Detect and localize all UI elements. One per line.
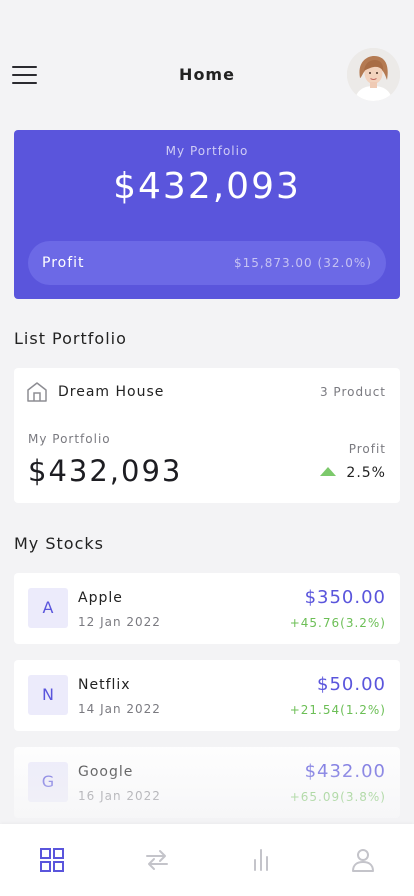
portfolio-summary-card: My Portfolio $432,093 Profit $15,873.00 … (14, 130, 400, 299)
stock-name: Apple (78, 590, 123, 606)
stock-change: +21.54(1.2%) (289, 703, 386, 717)
portfolio-sub-label: My Portfolio (28, 432, 111, 446)
stock-price: $350.00 (304, 587, 386, 608)
stock-name: Netflix (78, 677, 131, 693)
profile-icon[interactable] (349, 846, 377, 874)
stock-item[interactable]: A Apple 12 Jan 2022 $350.00 +45.76(3.2%) (14, 573, 400, 644)
profit-label: Profit (42, 255, 85, 271)
bottom-navigation (0, 824, 414, 896)
stock-price: $432.00 (304, 761, 386, 782)
bar-chart-icon[interactable] (247, 846, 275, 874)
user-avatar[interactable] (347, 48, 400, 101)
portfolio-label: My Portfolio (165, 144, 249, 158)
stock-letter-badge: A (28, 588, 68, 628)
stock-letter-badge: N (28, 675, 68, 715)
portfolio-value: $432,093 (113, 166, 301, 207)
stock-item[interactable]: N Netflix 14 Jan 2022 $50.00 +21.54(1.2%… (14, 660, 400, 731)
portfolio-list-item[interactable]: Dream House 3 Product My Portfolio $432,… (14, 368, 400, 503)
stock-change: +45.76(3.2%) (289, 616, 386, 630)
house-icon (27, 382, 47, 402)
stock-name: Google (78, 764, 134, 780)
stock-date: 14 Jan 2022 (78, 702, 161, 716)
stock-price: $50.00 (317, 674, 386, 695)
list-portfolio-title: List Portfolio (14, 329, 127, 348)
stock-letter-badge: G (28, 762, 68, 802)
portfolio-name: Dream House (58, 384, 165, 400)
stock-change: +65.09(3.8%) (289, 790, 386, 804)
portfolio-sub-value: $432,093 (28, 454, 183, 488)
profit-sub-row: 2.5% (320, 465, 386, 481)
stock-date: 12 Jan 2022 (78, 615, 161, 629)
my-stocks-title: My Stocks (14, 534, 104, 553)
stock-item[interactable]: G Google 16 Jan 2022 $432.00 +65.09(3.8%… (14, 747, 400, 818)
profit-sub-value: 2.5% (346, 465, 386, 481)
profit-pill[interactable]: Profit $15,873.00 (32.0%) (28, 241, 386, 285)
triangle-up-icon (320, 467, 337, 476)
profit-value: $15,873.00 (32.0%) (233, 256, 372, 270)
app-header: Home (0, 40, 414, 108)
transfer-arrows-icon[interactable] (143, 846, 171, 874)
grid-icon[interactable] (38, 846, 66, 874)
product-count: 3 Product (319, 385, 386, 399)
stock-date: 16 Jan 2022 (78, 789, 161, 803)
profit-sub-label: Profit (348, 442, 386, 456)
